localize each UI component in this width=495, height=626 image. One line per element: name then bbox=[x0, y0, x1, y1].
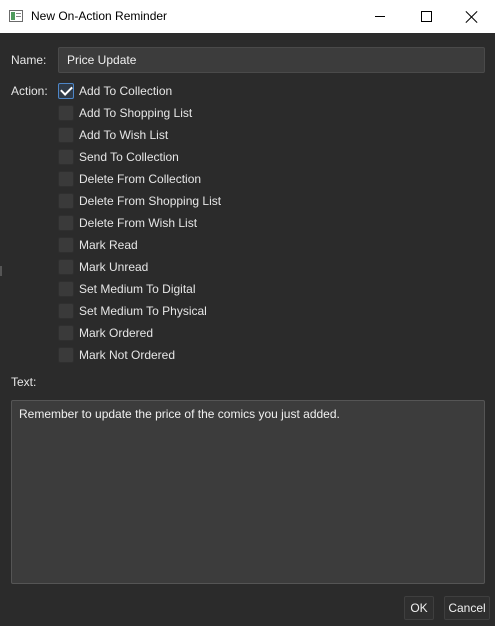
action-checkbox[interactable] bbox=[58, 325, 74, 341]
window-title: New On-Action Reminder bbox=[31, 9, 168, 23]
action-checkbox-label: Add To Wish List bbox=[79, 128, 169, 142]
checkmark-icon bbox=[59, 83, 73, 96]
close-icon bbox=[466, 11, 478, 23]
action-checkbox-label: Add To Shopping List bbox=[79, 106, 193, 120]
action-checkbox-row[interactable]: Set Medium To Digital bbox=[58, 280, 196, 298]
action-checkbox-row[interactable]: Add To Collection bbox=[58, 82, 172, 100]
resize-handle[interactable] bbox=[0, 266, 2, 276]
action-checkbox[interactable] bbox=[58, 303, 74, 319]
action-checkbox[interactable] bbox=[58, 347, 74, 363]
action-checkbox-label: Delete From Wish List bbox=[79, 216, 198, 230]
minimize-button[interactable] bbox=[357, 0, 403, 33]
action-checkbox-label: Add To Collection bbox=[79, 84, 173, 98]
action-checkbox-label: Set Medium To Digital bbox=[79, 282, 196, 296]
title-bar[interactable]: New On-Action Reminder bbox=[0, 0, 495, 33]
action-checkbox-row[interactable]: Mark Ordered bbox=[58, 324, 153, 342]
action-checkbox-row[interactable]: Send To Collection bbox=[58, 148, 179, 166]
ok-button[interactable]: OK bbox=[404, 596, 434, 620]
action-checkbox[interactable] bbox=[58, 193, 74, 209]
action-checkbox-label: Send To Collection bbox=[79, 150, 179, 164]
action-checkbox[interactable] bbox=[58, 127, 74, 143]
action-checkbox[interactable] bbox=[58, 259, 74, 275]
action-checkbox[interactable] bbox=[58, 281, 74, 297]
action-checkbox-row[interactable]: Mark Unread bbox=[58, 258, 148, 276]
maximize-icon bbox=[420, 11, 432, 22]
action-checkbox-row[interactable]: Delete From Wish List bbox=[58, 214, 197, 232]
action-checkbox-row[interactable]: Delete From Shopping List bbox=[58, 192, 221, 210]
reminder-text-area[interactable] bbox=[11, 400, 485, 584]
cancel-button[interactable]: Cancel bbox=[444, 596, 490, 620]
maximize-button[interactable] bbox=[403, 0, 449, 33]
action-checkbox[interactable] bbox=[58, 83, 74, 99]
action-checkbox[interactable] bbox=[58, 237, 74, 253]
action-checkbox-label: Mark Read bbox=[79, 238, 138, 252]
action-checkbox-label: Mark Ordered bbox=[79, 326, 154, 340]
action-checkbox-row[interactable]: Mark Read bbox=[58, 236, 138, 254]
name-label: Name: bbox=[11, 53, 47, 67]
action-label: Action: bbox=[11, 84, 48, 98]
action-checkbox-label: Mark Not Ordered bbox=[79, 348, 176, 362]
close-button[interactable] bbox=[449, 0, 495, 33]
action-checkbox-label: Set Medium To Physical bbox=[79, 304, 207, 318]
action-checkbox[interactable] bbox=[58, 171, 74, 187]
action-checkbox-row[interactable]: Add To Wish List bbox=[58, 126, 168, 144]
action-checkbox[interactable] bbox=[58, 105, 74, 121]
action-checkbox-label: Delete From Collection bbox=[79, 172, 202, 186]
dialog-window: New On-Action Reminder Name: Action: Add… bbox=[0, 0, 495, 626]
action-checkbox-row[interactable]: Mark Not Ordered bbox=[58, 346, 175, 364]
action-checkbox-row[interactable]: Set Medium To Physical bbox=[58, 302, 207, 320]
name-field[interactable] bbox=[58, 47, 485, 73]
action-checkbox-row[interactable]: Delete From Collection bbox=[58, 170, 201, 188]
app-window-icon bbox=[9, 10, 23, 22]
action-checkbox-row[interactable]: Add To Shopping List bbox=[58, 104, 192, 122]
action-checkbox-label: Delete From Shopping List bbox=[79, 194, 222, 208]
action-checkbox-label: Mark Unread bbox=[79, 260, 149, 274]
action-checkbox[interactable] bbox=[58, 149, 74, 165]
text-label: Text: bbox=[11, 375, 37, 389]
action-checkbox[interactable] bbox=[58, 215, 74, 231]
minimize-icon bbox=[375, 16, 385, 17]
